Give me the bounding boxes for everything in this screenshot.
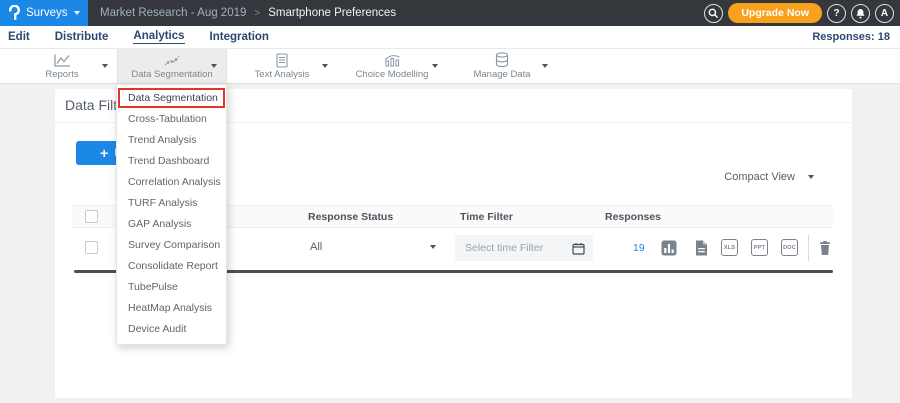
menu-item-tubepulse[interactable]: TubePulse xyxy=(117,277,226,298)
breadcrumb: Market Research - Aug 2019 > Smartphone … xyxy=(100,7,396,19)
response-status-value: All xyxy=(310,241,322,253)
menu-item-label: Correlation Analysis xyxy=(128,176,221,188)
menu-item-cross-tabulation[interactable]: Cross-Tabulation xyxy=(117,109,226,130)
notifications-button[interactable] xyxy=(851,4,870,23)
breadcrumb-current: Smartphone Preferences xyxy=(268,7,396,19)
line-chart-icon xyxy=(7,52,117,68)
menu-item-survey-comparison[interactable]: Survey Comparison xyxy=(117,235,226,256)
compact-view-dropdown[interactable]: Compact View xyxy=(724,171,814,183)
menu-item-data-segmentation[interactable]: Data Segmentation xyxy=(117,88,226,109)
bar-chart-icon xyxy=(337,52,447,68)
menu-item-consolidate-report[interactable]: Consolidate Report xyxy=(117,256,226,277)
menu-item-label: Survey Comparison xyxy=(128,239,220,251)
menu-item-device-audit[interactable]: Device Audit xyxy=(117,319,226,340)
menu-item-trend-dashboard[interactable]: Trend Dashboard xyxy=(117,151,226,172)
toolbar-item-label: Manage Data xyxy=(447,69,557,80)
delete-trash-icon[interactable] xyxy=(818,240,832,256)
document-icon xyxy=(227,52,337,68)
menu-item-turf-analysis[interactable]: TURF Analysis xyxy=(117,193,226,214)
help-button[interactable]: ? xyxy=(827,4,846,23)
responses-count: Responses: 18 xyxy=(812,31,890,43)
survey-nav: Edit Distribute Analytics Integration Re… xyxy=(0,26,900,48)
avatar[interactable]: A xyxy=(875,4,894,23)
column-header-response-status: Response Status xyxy=(308,211,393,223)
menu-item-label: Cross-Tabulation xyxy=(128,113,207,125)
menu-item-label: HeatMap Analysis xyxy=(128,302,212,314)
toolbar-item-data-segmentation[interactable]: Data Segmentation xyxy=(117,49,227,83)
data-segmentation-menu: Data Segmentation Cross-Tabulation Trend… xyxy=(116,84,227,345)
chevron-down-icon xyxy=(432,64,438,68)
toolbar-item-manage-data[interactable]: Manage Data xyxy=(447,49,557,83)
chevron-down-icon xyxy=(322,64,328,68)
scatter-chart-icon xyxy=(118,52,226,68)
menu-item-trend-analysis[interactable]: Trend Analysis xyxy=(117,130,226,151)
chevron-down-icon xyxy=(542,64,548,68)
column-header-time-filter: Time Filter xyxy=(460,211,513,223)
search-icon xyxy=(708,8,719,19)
calendar-icon xyxy=(572,242,585,255)
menu-item-label: Device Audit xyxy=(128,323,186,335)
menu-item-label: Consolidate Report xyxy=(128,260,218,272)
nav-item-edit[interactable]: Edit xyxy=(8,31,30,43)
menu-item-label: Data Segmentation xyxy=(128,92,218,104)
chevron-down-icon xyxy=(102,64,108,68)
time-filter-input[interactable]: Select time Filter xyxy=(455,235,593,261)
nav-item-distribute[interactable]: Distribute xyxy=(55,31,109,43)
surveys-label: Surveys xyxy=(26,7,68,19)
menu-item-label: Trend Dashboard xyxy=(128,155,209,167)
export-ppt-icon[interactable]: PPT xyxy=(751,239,768,256)
compact-view-label: Compact View xyxy=(724,171,795,183)
export-doc-icon[interactable]: DOC xyxy=(781,239,798,256)
response-status-select[interactable]: All xyxy=(310,238,436,256)
chevron-down-icon xyxy=(74,11,80,15)
app-root: Surveys Market Research - Aug 2019 > Sma… xyxy=(0,0,900,403)
toolbar-item-label: Data Segmentation xyxy=(118,69,226,80)
topbar: Surveys Market Research - Aug 2019 > Sma… xyxy=(0,0,900,26)
plus-icon: + xyxy=(100,145,108,161)
menu-item-label: TURF Analysis xyxy=(128,197,197,209)
chevron-down-icon xyxy=(430,245,436,249)
toolbar-item-label: Reports xyxy=(7,69,117,80)
topbar-actions: Upgrade Now ? A xyxy=(704,0,894,26)
toolbar-item-text-analysis[interactable]: Text Analysis xyxy=(227,49,337,83)
database-icon xyxy=(447,52,557,68)
breadcrumb-separator: > xyxy=(254,8,260,19)
select-all-checkbox[interactable] xyxy=(85,210,98,223)
menu-item-label: GAP Analysis xyxy=(128,218,191,230)
export-xls-icon[interactable]: XLS xyxy=(721,239,738,256)
nav-item-integration[interactable]: Integration xyxy=(210,31,269,43)
toolbar-item-label: Choice Modelling xyxy=(337,69,447,80)
view-report-chart-icon[interactable] xyxy=(661,240,677,256)
surveys-menu-button[interactable]: Surveys xyxy=(0,0,88,26)
chevron-down-icon xyxy=(211,64,217,68)
menu-item-gap-analysis[interactable]: GAP Analysis xyxy=(117,214,226,235)
analytics-toolbar: Reports Data Segmentation Text Analysis … xyxy=(0,48,900,84)
column-header-responses: Responses xyxy=(605,211,661,223)
search-button[interactable] xyxy=(704,4,723,23)
menu-item-label: TubePulse xyxy=(128,281,178,293)
chevron-down-icon xyxy=(808,175,814,179)
bell-icon xyxy=(855,8,866,19)
row-checkbox[interactable] xyxy=(85,241,98,254)
toolbar-item-reports[interactable]: Reports xyxy=(7,49,117,83)
menu-item-heatmap-analysis[interactable]: HeatMap Analysis xyxy=(117,298,226,319)
menu-item-correlation-analysis[interactable]: Correlation Analysis xyxy=(117,172,226,193)
row-responses-count: 19 xyxy=(633,242,645,254)
time-filter-placeholder: Select time Filter xyxy=(465,242,543,254)
menu-item-label: Trend Analysis xyxy=(128,134,196,146)
export-file-icon[interactable] xyxy=(695,240,708,256)
upgrade-now-button[interactable]: Upgrade Now xyxy=(728,3,822,23)
nav-item-analytics[interactable]: Analytics xyxy=(133,30,184,44)
toolbar-item-choice-modelling[interactable]: Choice Modelling xyxy=(337,49,447,83)
toolbar-item-label: Text Analysis xyxy=(227,69,337,80)
breadcrumb-parent-link[interactable]: Market Research - Aug 2019 xyxy=(100,7,246,19)
questionpro-logo-icon xyxy=(8,5,20,21)
row-actions-divider xyxy=(808,235,809,261)
